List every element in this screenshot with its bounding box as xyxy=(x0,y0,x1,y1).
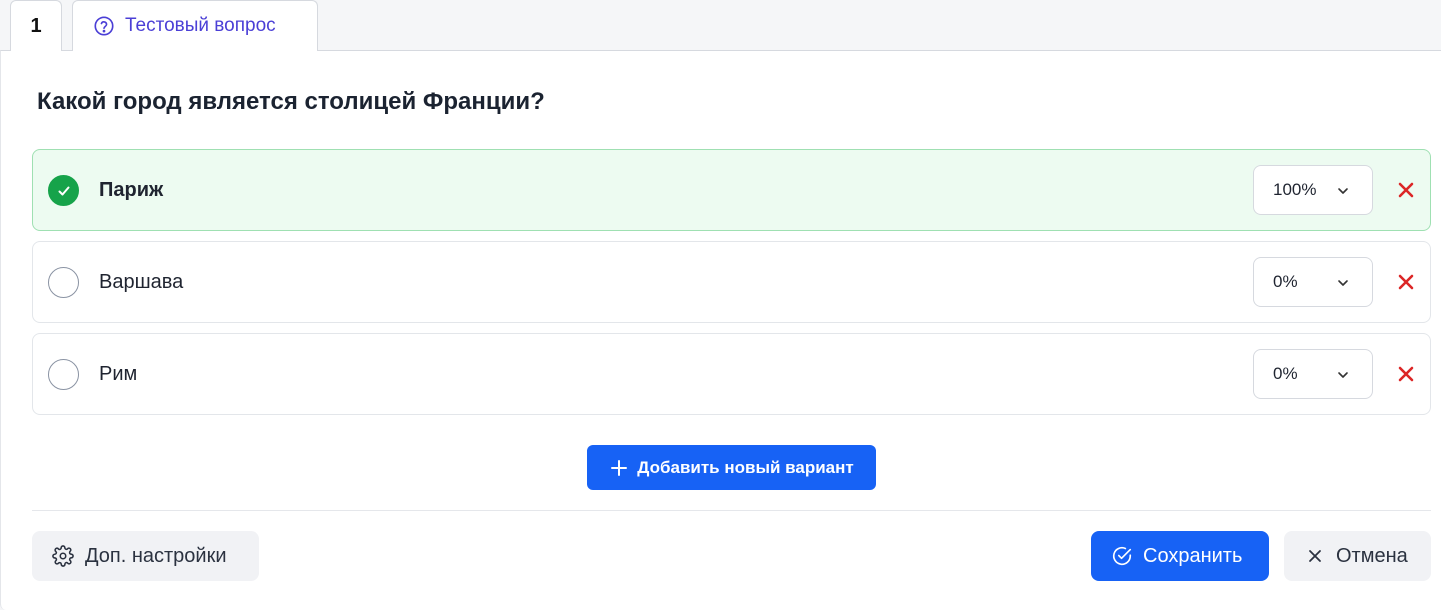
gear-icon xyxy=(52,545,74,567)
answer-row: Варшава 0% xyxy=(32,241,1431,323)
delete-answer-icon[interactable] xyxy=(1395,363,1417,385)
chevron-down-icon xyxy=(1338,280,1348,286)
save-button[interactable]: Сохранить xyxy=(1091,531,1269,581)
answer-score-select[interactable]: 0% xyxy=(1253,349,1373,399)
close-icon xyxy=(1309,550,1321,562)
plus-icon xyxy=(611,459,628,476)
answer-row: Париж 100% xyxy=(32,149,1431,231)
cancel-label: Отмена xyxy=(1336,544,1408,567)
add-answer-label: Добавить новый вариант xyxy=(637,457,854,477)
advanced-settings-label: Доп. настройки xyxy=(85,544,227,567)
question-editor: 1 Тестовый вопрос Какой город является с… xyxy=(0,0,1441,610)
answer-label[interactable]: Рим xyxy=(99,334,137,414)
tab-bar: 1 Тестовый вопрос xyxy=(10,0,318,51)
chevron-down-icon xyxy=(1338,372,1348,378)
tab-question-number[interactable]: 1 xyxy=(10,0,62,51)
add-answer-button[interactable]: Добавить новый вариант xyxy=(587,445,876,490)
check-icon xyxy=(58,186,69,195)
divider xyxy=(32,510,1431,511)
question-card: Какой город является столицей Франции? П… xyxy=(0,50,1441,610)
question-circle-icon xyxy=(94,16,114,36)
answer-row: Рим 0% xyxy=(32,333,1431,415)
answer-label[interactable]: Париж xyxy=(99,150,163,230)
check-circle-icon xyxy=(1112,547,1132,565)
answer-radio[interactable] xyxy=(48,359,79,390)
correct-answer-radio[interactable] xyxy=(48,175,79,206)
tab-question-type[interactable]: Тестовый вопрос xyxy=(72,0,318,51)
answer-score-value: 0% xyxy=(1273,272,1298,291)
chevron-down-icon xyxy=(1338,188,1348,194)
answer-radio[interactable] xyxy=(48,267,79,298)
answer-score-value: 100% xyxy=(1273,180,1317,199)
cancel-button[interactable]: Отмена xyxy=(1284,531,1431,581)
answer-label[interactable]: Варшава xyxy=(99,242,183,322)
question-title[interactable]: Какой город является столицей Франции? xyxy=(37,88,545,116)
save-label: Сохранить xyxy=(1143,544,1243,567)
delete-answer-icon[interactable] xyxy=(1395,179,1417,201)
tab-question-type-label: Тестовый вопрос xyxy=(125,15,276,36)
answer-score-select[interactable]: 100% xyxy=(1253,165,1373,215)
answer-score-value: 0% xyxy=(1273,364,1298,383)
advanced-settings-button[interactable]: Доп. настройки xyxy=(32,531,259,581)
delete-answer-icon[interactable] xyxy=(1395,271,1417,293)
answer-score-select[interactable]: 0% xyxy=(1253,257,1373,307)
